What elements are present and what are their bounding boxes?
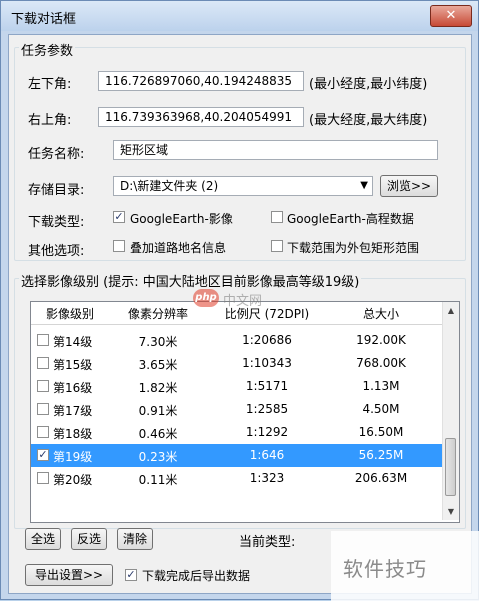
overlay-roads-checkbox[interactable] xyxy=(113,240,125,252)
level-resolution: 0.11米 xyxy=(138,473,178,487)
col-header-resolution[interactable]: 像素分辨率 xyxy=(113,305,203,322)
overlay-roads-label[interactable]: 叠加道路地名信息 xyxy=(130,239,226,256)
level-checkbox[interactable] xyxy=(37,334,49,346)
level-name: 第14级 xyxy=(53,335,93,349)
close-button[interactable]: ✕ xyxy=(430,5,472,27)
level-row[interactable]: 第16级 1.82米 1:5171 1.13M xyxy=(31,375,444,398)
task-params-group-label: 任务参数 xyxy=(19,40,76,59)
level-size: 56.25M xyxy=(358,448,404,462)
current-type-label: 当前类型: xyxy=(239,535,296,550)
level-name: 第18级 xyxy=(53,427,93,441)
lower-left-hint: (最小经度,最小纬度) xyxy=(309,77,428,92)
scroll-down-icon[interactable]: ▼ xyxy=(444,504,458,519)
list-scrollbar[interactable]: ▲ ▼ xyxy=(442,302,459,520)
select-all-button[interactable]: 全选 xyxy=(25,528,61,550)
level-row[interactable]: 第20级 0.11米 1:323 206.63M xyxy=(31,467,444,490)
scroll-up-icon[interactable]: ▲ xyxy=(444,303,458,318)
php-logo-icon: php xyxy=(193,289,219,307)
center-watermark: php 中文网 xyxy=(193,287,283,313)
lower-left-input[interactable]: 116.726897060,40.194248835 xyxy=(98,71,304,91)
chevron-down-icon[interactable]: ▼ xyxy=(360,177,368,194)
col-header-level[interactable]: 影像级别 xyxy=(35,305,105,322)
ge-elevation-label[interactable]: GoogleEarth-高程数据 xyxy=(287,210,414,227)
storage-dir-value: D:\新建文件夹 (2) xyxy=(120,179,219,193)
level-scale: 1:2585 xyxy=(245,402,289,416)
close-icon[interactable]: ✕ xyxy=(446,8,457,23)
levels-group-label: 选择影像级别 (提示: 中国大陆地区目前影像最高等级19级) xyxy=(19,271,362,290)
level-name: 第17级 xyxy=(53,404,93,418)
lower-left-label: 左下角: xyxy=(28,77,72,92)
level-size: 768.00K xyxy=(356,356,406,370)
level-resolution: 7.30米 xyxy=(138,335,178,349)
level-row[interactable]: 第19级 0.23米 1:646 56.25M xyxy=(31,444,444,467)
level-checkbox[interactable] xyxy=(37,426,49,438)
level-size: 4.50M xyxy=(362,402,400,416)
level-row[interactable]: 第17级 0.91米 1:2585 4.50M xyxy=(31,398,444,421)
level-list[interactable]: 影像级别 像素分辨率 比例尺 (72DPI) 总大小 第14级 7.30米 1:20… xyxy=(30,301,460,523)
storage-dir-select[interactable]: D:\新建文件夹 (2) ▼ xyxy=(113,176,373,196)
level-checkbox[interactable] xyxy=(37,472,49,484)
upper-right-input[interactable]: 116.739363968,40.204054991 xyxy=(98,107,304,127)
level-checkbox[interactable] xyxy=(37,380,49,392)
level-name: 第20级 xyxy=(53,473,93,487)
level-checkbox[interactable] xyxy=(37,449,49,461)
window-title: 下载对话框 xyxy=(11,12,77,27)
level-checkbox[interactable] xyxy=(37,403,49,415)
clear-selection-button[interactable]: 清除 xyxy=(117,528,153,550)
download-dialog: 下载对话框 ✕ 任务参数 左下角: 116.726897060,40.19424… xyxy=(0,0,479,601)
level-resolution: 0.46米 xyxy=(138,427,178,441)
storage-dir-label: 存储目录: xyxy=(28,183,85,198)
level-size: 1.13M xyxy=(362,379,400,393)
level-row[interactable]: 第18级 0.46米 1:1292 16.50M xyxy=(31,421,444,444)
level-resolution: 0.91米 xyxy=(138,404,178,418)
level-scale: 1:10343 xyxy=(242,356,292,370)
level-resolution: 1.82米 xyxy=(138,381,178,395)
level-resolution: 0.23米 xyxy=(138,450,178,464)
level-size: 192.00K xyxy=(356,333,406,347)
ge-image-label[interactable]: GoogleEarth-影像 xyxy=(130,210,233,227)
level-size: 16.50M xyxy=(358,425,404,439)
level-scale: 1:5171 xyxy=(245,379,289,393)
export-after-download-checkbox[interactable] xyxy=(125,569,137,581)
export-after-download-label[interactable]: 下载完成后导出数据 xyxy=(142,567,250,584)
level-name: 第19级 xyxy=(53,450,93,464)
export-settings-button[interactable]: 导出设置>> xyxy=(25,564,113,586)
level-scale: 1:323 xyxy=(249,471,285,485)
level-name: 第16级 xyxy=(53,381,93,395)
ge-elevation-checkbox[interactable] xyxy=(271,211,283,223)
level-row[interactable]: 第15级 3.65米 1:10343 768.00K xyxy=(31,352,444,375)
outer-rect-checkbox[interactable] xyxy=(271,240,283,252)
task-name-label: 任务名称: xyxy=(28,147,85,162)
col-header-size[interactable]: 总大小 xyxy=(331,305,431,322)
ge-image-checkbox[interactable] xyxy=(113,211,125,223)
corner-watermark-text: 软件技巧 xyxy=(343,557,427,581)
browse-button[interactable]: 浏览>> xyxy=(380,175,438,197)
invert-selection-button[interactable]: 反选 xyxy=(71,528,107,550)
level-row[interactable]: 第14级 7.30米 1:20686 192.00K xyxy=(31,329,444,352)
level-resolution: 3.65米 xyxy=(138,358,178,372)
center-watermark-text: 中文网 xyxy=(223,294,263,309)
level-scale: 1:20686 xyxy=(242,333,292,347)
level-scale: 1:646 xyxy=(249,448,285,462)
title-bar[interactable]: 下载对话框 ✕ xyxy=(1,1,478,31)
task-name-input[interactable]: 矩形区域 xyxy=(113,140,438,160)
level-size: 206.63M xyxy=(354,471,408,485)
level-checkbox[interactable] xyxy=(37,357,49,369)
download-type-label: 下载类型: xyxy=(28,215,85,230)
scroll-thumb[interactable] xyxy=(445,438,456,496)
upper-right-hint: (最大经度,最大纬度) xyxy=(309,113,428,128)
upper-right-label: 右上角: xyxy=(28,113,72,128)
other-options-label: 其他选项: xyxy=(28,244,85,259)
outer-rect-label[interactable]: 下载范围为外包矩形范围 xyxy=(287,239,419,256)
corner-watermark: 软件技巧 xyxy=(331,531,479,601)
level-scale: 1:1292 xyxy=(245,425,289,439)
level-name: 第15级 xyxy=(53,358,93,372)
